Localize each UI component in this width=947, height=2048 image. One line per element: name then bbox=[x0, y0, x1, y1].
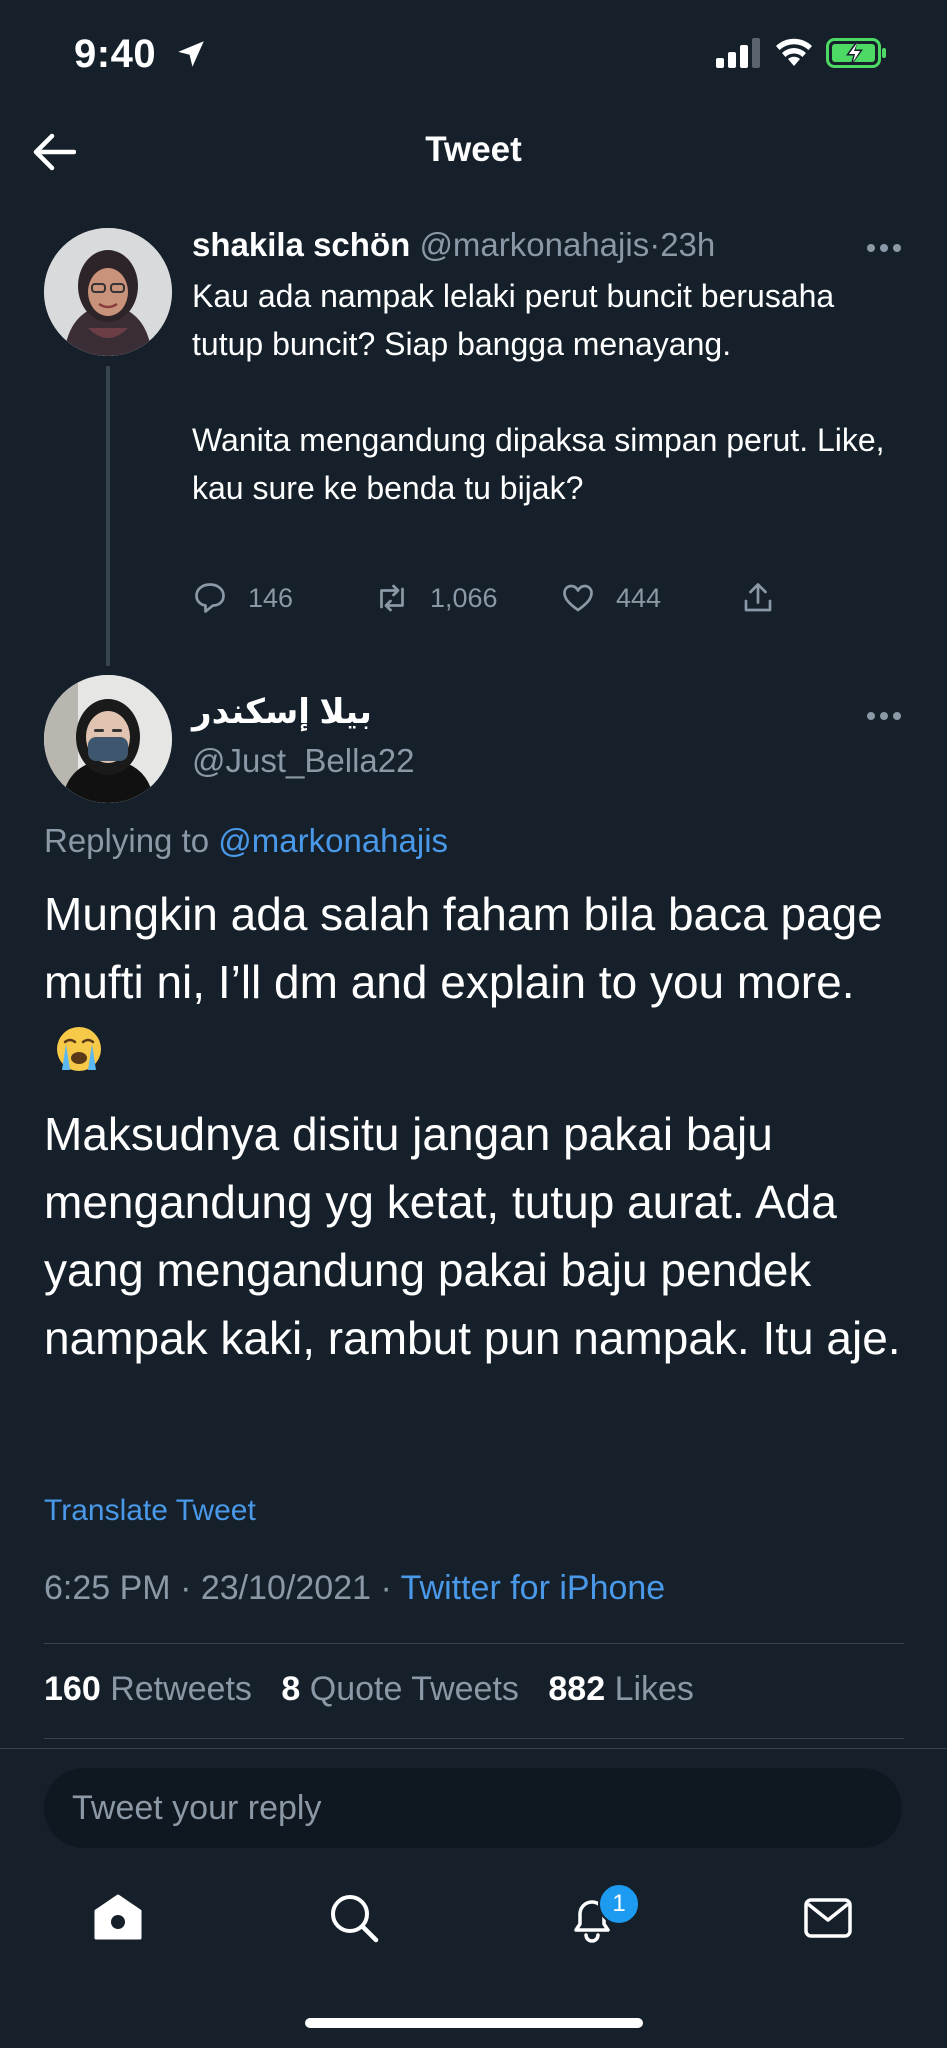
retweets-label: Retweets bbox=[110, 1670, 252, 1708]
tweet-source-link[interactable]: Twitter for iPhone bbox=[401, 1569, 666, 1607]
replying-to-handle[interactable]: @markonahajis bbox=[218, 822, 448, 859]
likes-count: 882 bbox=[548, 1670, 606, 1708]
main-display-name[interactable]: بيلا إسكندر bbox=[192, 692, 372, 732]
likes-label: Likes bbox=[614, 1670, 694, 1708]
divider bbox=[44, 1643, 904, 1644]
engagement-stats: 160 Retweets 8 Quote Tweets 882 Likes bbox=[44, 1670, 714, 1709]
likes-stat[interactable]: 882 Likes bbox=[548, 1670, 694, 1708]
avatar-shakila[interactable] bbox=[44, 228, 172, 356]
reply-icon bbox=[195, 583, 225, 613]
parent-tweet-actions: 146 1,066 444 bbox=[192, 580, 792, 620]
retweets-stat[interactable]: 160 Retweets bbox=[44, 1670, 252, 1708]
translate-tweet-link[interactable]: Translate Tweet bbox=[44, 1494, 256, 1528]
share-action[interactable] bbox=[740, 580, 796, 616]
parent-tweet-body: Kau ada nampak lelaki perut buncit berus… bbox=[192, 278, 885, 506]
location-arrow-icon bbox=[177, 41, 204, 68]
parent-display-name[interactable]: shakila schön bbox=[192, 226, 410, 263]
main-tweet-paragraph-2: Maksudnya disitu jangan pakai baju menga… bbox=[44, 1108, 901, 1364]
search-icon[interactable] bbox=[328, 1892, 380, 1944]
messages-envelope-icon[interactable] bbox=[802, 1892, 854, 1944]
reply-input[interactable] bbox=[44, 1768, 902, 1848]
replying-to: Replying to @markonahajis bbox=[44, 822, 448, 860]
main-handle[interactable]: @Just_Bella22 bbox=[192, 742, 414, 780]
page-title: Tweet bbox=[425, 130, 522, 169]
thread-connector bbox=[106, 366, 110, 666]
home-icon[interactable] bbox=[92, 1892, 144, 1944]
header-separator: · bbox=[649, 226, 661, 263]
tweet-metadata: 6:25 PM · 23/10/2021 · Twitter for iPhon… bbox=[44, 1569, 665, 1608]
tweet-time: 6:25 PM bbox=[44, 1569, 171, 1607]
quote-label: Quote Tweets bbox=[309, 1670, 519, 1708]
retweets-count: 160 bbox=[44, 1670, 101, 1708]
main-tweet-paragraph-1: Mungkin ada salah faham bila baca page m… bbox=[44, 880, 904, 1084]
avatar-bella[interactable] bbox=[44, 675, 172, 803]
parent-tweet-header: shakila schön @markonahajis·23h bbox=[192, 226, 715, 264]
tweet-date: 23/10/2021 bbox=[200, 1569, 372, 1607]
quote-count: 8 bbox=[281, 1670, 301, 1708]
parent-time-ago[interactable]: 23h bbox=[660, 226, 715, 263]
meta-separator: · bbox=[180, 1569, 192, 1607]
like-action[interactable]: 444 bbox=[560, 580, 661, 616]
cellular-signal-icon bbox=[716, 38, 760, 68]
more-options-icon[interactable] bbox=[866, 710, 902, 722]
retweet-action[interactable]: 1,066 bbox=[374, 580, 498, 616]
parent-handle[interactable]: @markonahajis bbox=[419, 226, 649, 263]
reply-action[interactable]: 146 bbox=[192, 580, 293, 616]
paragraph-1-text: Mungkin ada salah faham bila baca page m… bbox=[44, 888, 883, 1008]
wifi-icon bbox=[776, 38, 812, 66]
battery-charging-icon bbox=[826, 38, 886, 68]
replying-prefix: Replying to bbox=[44, 822, 210, 859]
notifications-badge: 1 bbox=[598, 1883, 640, 1925]
status-time-text: 9:40 bbox=[74, 31, 157, 76]
heart-icon bbox=[563, 584, 593, 612]
more-options-icon[interactable] bbox=[866, 242, 902, 254]
share-icon bbox=[744, 583, 772, 612]
like-count: 444 bbox=[616, 582, 662, 613]
retweet-icon bbox=[380, 584, 404, 612]
home-indicator[interactable] bbox=[305, 2018, 643, 2028]
divider bbox=[44, 1738, 904, 1739]
meta-separator: · bbox=[380, 1569, 392, 1607]
status-time: 9:40 bbox=[74, 30, 208, 77]
reply-bar-border bbox=[0, 1748, 947, 1749]
loudly-crying-face-icon bbox=[57, 1027, 101, 1071]
quote-tweets-stat[interactable]: 8 Quote Tweets bbox=[281, 1670, 519, 1708]
reply-count: 146 bbox=[248, 582, 294, 613]
retweet-count: 1,066 bbox=[430, 582, 498, 613]
